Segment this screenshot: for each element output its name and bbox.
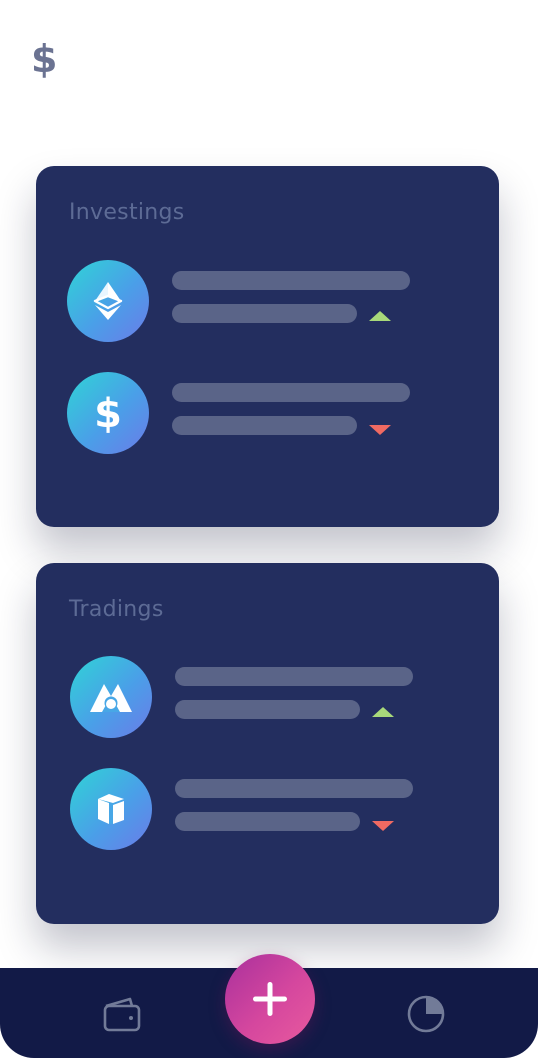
- currency-symbol: $: [31, 37, 58, 81]
- item-name-placeholder: [175, 779, 413, 798]
- trend-down-icon: [372, 821, 394, 831]
- investing-item[interactable]: $: [67, 372, 487, 454]
- trading-item[interactable]: [70, 656, 490, 738]
- item-value-placeholder: [172, 416, 357, 435]
- investing-item[interactable]: [67, 260, 487, 342]
- investings-card: Investings $: [36, 166, 499, 527]
- item-value-placeholder: [172, 304, 357, 323]
- svg-text:$: $: [94, 391, 122, 435]
- pie-chart-icon[interactable]: [406, 994, 446, 1034]
- item-name-placeholder: [172, 271, 410, 290]
- add-button[interactable]: [225, 954, 315, 1044]
- trend-down-icon: [369, 425, 391, 435]
- mithril-icon: [70, 656, 152, 738]
- item-value-placeholder: [175, 700, 360, 719]
- investings-title: Investings: [69, 200, 185, 225]
- trend-up-icon: [369, 311, 391, 321]
- tradings-title: Tradings: [69, 597, 164, 622]
- item-value-placeholder: [175, 812, 360, 831]
- dollar-icon: $: [67, 372, 149, 454]
- neo-icon: [70, 768, 152, 850]
- item-name-placeholder: [172, 383, 410, 402]
- trading-item[interactable]: [70, 768, 490, 850]
- trend-up-icon: [372, 707, 394, 717]
- wallet-icon[interactable]: [102, 994, 142, 1034]
- item-name-placeholder: [175, 667, 413, 686]
- plus-icon: [253, 982, 287, 1016]
- ethereum-classic-icon: [67, 260, 149, 342]
- tradings-card: Tradings: [36, 563, 499, 924]
